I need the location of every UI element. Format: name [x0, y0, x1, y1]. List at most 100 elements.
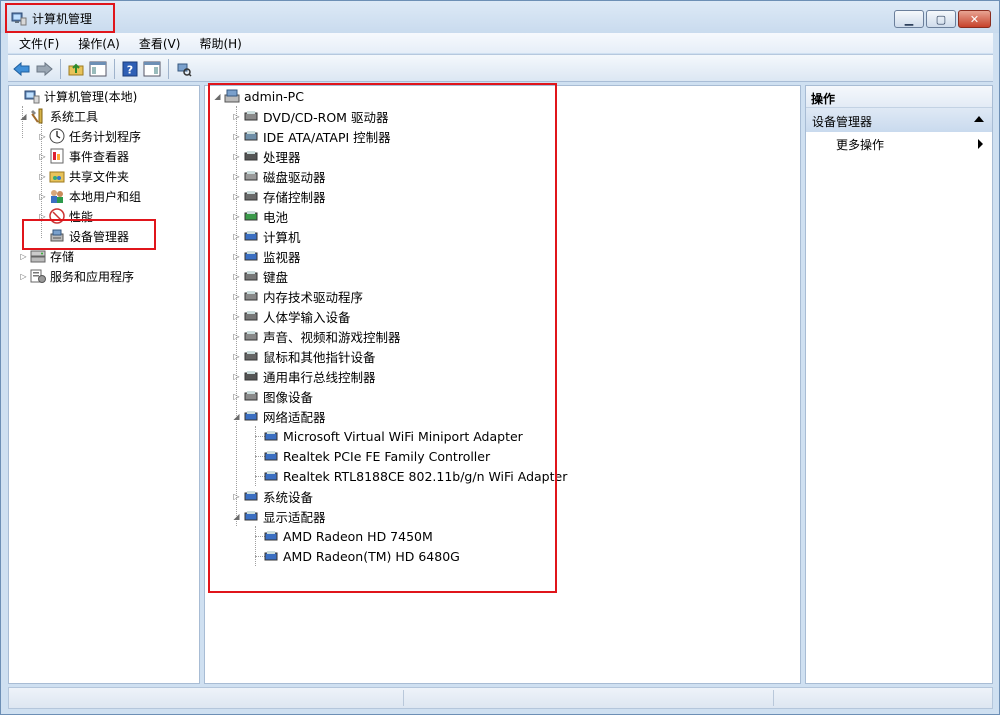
expand-triangle-icon[interactable]: ▷ — [232, 191, 241, 201]
tree-item-system-tools[interactable]: ◢ 系统工具 — [19, 106, 99, 126]
toolbar: ? — [8, 54, 993, 82]
menu-bar: 文件(F) 操作(A) 查看(V) 帮助(H) — [8, 33, 993, 53]
tree-item-services-applications[interactable]: ▷ 服务和应用程序 — [19, 266, 135, 286]
back-button[interactable] — [12, 59, 32, 79]
more-actions-item[interactable]: 更多操作 — [836, 136, 884, 153]
expand-triangle-icon[interactable]: ▷ — [232, 131, 241, 141]
device-item-label: Realtek RTL8188CE 802.11b/g/n WiFi Adapt… — [283, 468, 568, 484]
collapse-up-icon[interactable] — [974, 116, 984, 122]
device-category-label: 内存技术驱动程序 — [263, 289, 364, 305]
expand-triangle-icon[interactable]: ▷ — [232, 211, 241, 221]
device-category-row[interactable]: ▷ 声音、视频和游戏控制器 — [232, 326, 402, 346]
mouse-icon — [244, 351, 258, 361]
tree-item-local-users-groups[interactable]: ▷ 本地用户和组 — [38, 186, 142, 206]
toolbar-separator — [60, 59, 61, 79]
title-bar[interactable]: 计算机管理 ▁ ▢ ✕ — [1, 1, 999, 33]
minimize-button[interactable]: ▁ — [894, 10, 924, 28]
maximize-button[interactable]: ▢ — [926, 10, 956, 28]
tree-item-device-manager[interactable]: 设备管理器 — [38, 226, 130, 246]
menu-view[interactable]: 查看(V) — [128, 35, 189, 52]
device-category-row[interactable]: ▷ 存储控制器 — [232, 186, 327, 206]
collapse-triangle-icon[interactable]: ◢ — [213, 91, 222, 101]
device-category-row[interactable]: ▷ 通用串行总线控制器 — [232, 366, 377, 386]
show-hide-action-pane-button[interactable] — [142, 59, 162, 79]
device-category-label: 系统设备 — [263, 489, 314, 505]
expand-triangle-icon[interactable]: ▷ — [232, 391, 241, 401]
collapse-triangle-icon[interactable]: ◢ — [19, 111, 28, 121]
expand-triangle-icon[interactable]: ▷ — [232, 151, 241, 161]
actions-section-device-manager[interactable]: 设备管理器 — [806, 108, 992, 132]
device-category-row[interactable]: ▷ 键盘 — [232, 266, 289, 286]
menu-help[interactable]: 帮助(H) — [188, 35, 249, 52]
expand-triangle-icon[interactable]: ▷ — [232, 331, 241, 341]
device-category-row[interactable]: ▷ 鼠标和其他指针设备 — [232, 346, 377, 366]
expand-triangle-icon[interactable]: ▷ — [232, 291, 241, 301]
device-category-row[interactable]: ◢ 显示适配器 — [232, 506, 327, 526]
device-category-row[interactable]: ▷ 电池 — [232, 206, 289, 226]
device-category-row[interactable]: ▷ 内存技术驱动程序 — [232, 286, 364, 306]
expand-triangle-icon[interactable]: ▷ — [38, 191, 47, 201]
device-category-row[interactable]: ▷ 系统设备 — [232, 486, 314, 506]
device-item-row[interactable]: Microsoft Virtual WiFi Miniport Adapter — [263, 426, 524, 446]
device-category-row[interactable]: ▷ 计算机 — [232, 226, 302, 246]
tree-item-event-viewer[interactable]: ▷ 事件查看器 — [38, 146, 130, 166]
expand-triangle-icon[interactable]: ▷ — [19, 271, 28, 281]
show-hide-tree-button[interactable] — [88, 59, 108, 79]
device-item-row[interactable]: Realtek PCIe FE Family Controller — [263, 446, 491, 466]
expand-triangle-icon[interactable]: ▷ — [232, 231, 241, 241]
device-item-row[interactable]: Realtek RTL8188CE 802.11b/g/n WiFi Adapt… — [263, 466, 568, 486]
device-category-label: 鼠标和其他指针设备 — [263, 349, 376, 365]
device-item-row[interactable]: AMD Radeon HD 7450M — [263, 526, 434, 546]
device-category-row[interactable]: ▷ DVD/CD-ROM 驱动器 — [232, 106, 389, 126]
sound-icon — [244, 331, 258, 341]
tree-item-computer-management-local[interactable]: 计算机管理(本地) — [13, 86, 138, 106]
collapse-triangle-icon[interactable]: ◢ — [232, 511, 241, 521]
console-tree-panel[interactable]: 计算机管理(本地) ◢ 系统工具 ▷ 任务计划程序 ▷ 事件查看器 ▷ 共享文件… — [8, 85, 200, 684]
imaging-device-icon — [244, 391, 258, 401]
expand-triangle-icon[interactable]: ▷ — [232, 351, 241, 361]
expand-triangle-icon[interactable]: ▷ — [38, 211, 47, 221]
menu-action[interactable]: 操作(A) — [67, 35, 128, 52]
folder-up-icon — [68, 63, 84, 76]
expand-triangle-icon[interactable]: ▷ — [232, 271, 241, 281]
expand-triangle-icon[interactable]: ▷ — [232, 171, 241, 181]
device-item-row[interactable]: AMD Radeon(TM) HD 6480G — [263, 546, 461, 566]
computer-management-window: 计算机管理 ▁ ▢ ✕ 文件(F) 操作(A) 查看(V) 帮助(H) ? 计算… — [0, 0, 1000, 715]
help-button[interactable]: ? — [120, 59, 140, 79]
up-one-level-button[interactable] — [66, 59, 86, 79]
expand-triangle-icon[interactable]: ▷ — [232, 491, 241, 501]
device-category-label: 声音、视频和游戏控制器 — [263, 329, 401, 345]
device-tree-panel[interactable]: ◢ admin-PC ▷ DVD/CD-ROM 驱动器 ▷ IDE ATA/ATAPI… — [204, 85, 801, 684]
scan-hardware-icon — [177, 63, 192, 77]
computer-icon — [244, 231, 258, 241]
device-category-row[interactable]: ▷ 图像设备 — [232, 386, 314, 406]
tree-item-task-scheduler[interactable]: ▷ 任务计划程序 — [38, 126, 142, 146]
status-bar — [8, 687, 993, 709]
device-category-row[interactable]: ▷ 人体学输入设备 — [232, 306, 352, 326]
shared-folder-icon — [49, 171, 65, 183]
expand-triangle-icon[interactable]: ▷ — [232, 251, 241, 261]
tree-item-storage[interactable]: ▷ 存储 — [19, 246, 75, 266]
battery-icon — [244, 211, 258, 221]
expand-triangle-icon[interactable]: ▷ — [38, 131, 47, 141]
device-tree-root[interactable]: ◢ admin-PC — [213, 86, 305, 106]
device-category-row[interactable]: ▷ 监视器 — [232, 246, 302, 266]
scan-hardware-button[interactable] — [174, 59, 194, 79]
expand-triangle-icon[interactable]: ▷ — [19, 251, 28, 261]
tree-item-shared-folders[interactable]: ▷ 共享文件夹 — [38, 166, 130, 186]
device-category-row[interactable]: ◢ 网络适配器 — [232, 406, 327, 426]
expand-triangle-icon[interactable]: ▷ — [38, 171, 47, 181]
expand-triangle-icon[interactable]: ▷ — [232, 311, 241, 321]
device-category-row[interactable]: ▷ 处理器 — [232, 146, 302, 166]
collapse-triangle-icon[interactable]: ◢ — [232, 411, 241, 421]
device-category-row[interactable]: ▷ 磁盘驱动器 — [232, 166, 327, 186]
expand-triangle-icon[interactable]: ▷ — [232, 111, 241, 121]
close-button[interactable]: ✕ — [958, 10, 991, 28]
device-category-row[interactable]: ▷ IDE ATA/ATAPI 控制器 — [232, 126, 392, 146]
expand-triangle-icon[interactable]: ▷ — [38, 151, 47, 161]
expand-triangle-icon[interactable]: ▷ — [232, 371, 241, 381]
menu-file[interactable]: 文件(F) — [8, 35, 67, 52]
system-device-icon — [244, 491, 258, 501]
tree-item-performance[interactable]: ▷ 性能 — [38, 206, 94, 226]
forward-button[interactable] — [34, 59, 54, 79]
